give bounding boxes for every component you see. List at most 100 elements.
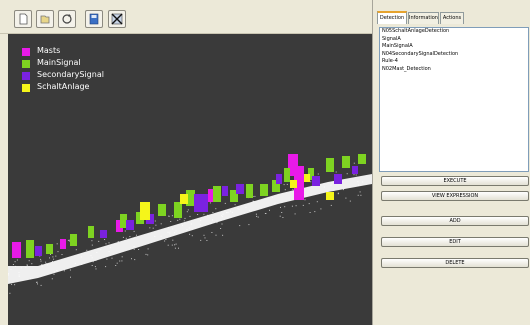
point-cloud-dot [238,208,240,210]
point-cloud-dot [160,223,162,225]
point-cloud-dot [164,240,166,242]
save-disk-button[interactable] [85,10,103,28]
point-cloud-dot [160,235,162,237]
point-cloud-dot [18,274,20,276]
point-cloud-dot [133,238,135,239]
point-cloud-dot [323,186,325,188]
point-cloud-dot [230,210,232,212]
tab-actions[interactable]: Actions [440,12,464,24]
point-cloud-dot [183,220,185,222]
point-cloud-dot [284,189,286,191]
point-cloud-dot [274,202,276,204]
point-cloud-dot [98,240,100,242]
point-cloud-dot [111,257,113,259]
point-cloud-dot [94,266,96,268]
view-expression-button[interactable]: VIEW EXPRESSION [381,191,529,201]
point-cloud-dot [116,262,118,264]
point-cloud-dot [255,213,257,215]
point-cloud-dot [14,284,16,286]
point-cloud-dot [257,216,259,218]
list-item[interactable]: N02Mast_Detection [380,66,528,74]
tab-detection[interactable]: Detection [377,11,407,24]
point-cloud-dot [37,283,38,285]
point-cloud-dot [31,263,33,265]
point-cloud-dot [320,208,322,210]
list-item[interactable]: Rule-4 [380,58,528,66]
point-cloud-dot [105,266,107,268]
point-cloud-dot [53,258,55,260]
point-cloud-dot [115,265,117,266]
execute-button[interactable]: EXECUTE [381,176,529,186]
point-cloud-dot [294,213,296,215]
point-cloud-dot [302,204,304,206]
point-cloud-dot [171,244,173,246]
point-cloud-dot [91,265,93,266]
point-cloud-dot [12,264,14,265]
point-cloud-dot [358,184,359,186]
point-cloud-dot [40,258,42,260]
point-cloud-dot [221,223,223,225]
point-cloud-dot [155,224,157,226]
legend-swatch [22,72,30,80]
refresh-button[interactable] [58,10,76,28]
point-cloud-dot [295,205,297,207]
point-cloud-dot [175,243,177,245]
point-cloud-dot [26,264,28,266]
point-cloud-dot [57,251,59,253]
point-cloud-dot [203,234,205,236]
point-cloud-dot [20,267,22,269]
point-cloud-dot [279,215,281,217]
point-cloud-dot [30,278,32,280]
point-cloud-dot [169,231,171,233]
clear-button[interactable] [108,10,126,28]
point-cloud-viewport[interactable]: Masts MainSignal SecondarySignal SchaltA… [8,34,372,325]
list-item[interactable]: N04SecondarySignalDetection [380,51,528,59]
point-cloud-dot [49,257,50,259]
list-item[interactable]: SignalA [380,36,528,44]
point-cloud-dot [234,204,236,206]
point-cloud-dot [189,233,191,235]
point-cloud-dot [200,220,202,222]
point-cloud-dot [222,213,224,215]
point-cloud-dot [121,256,123,258]
point-cloud-dot [80,256,82,258]
legend-label: SchaltAnlage [37,82,90,91]
point-cloud-dot [149,227,151,229]
open-button[interactable] [36,10,54,28]
point-cloud-dot [109,247,111,249]
edit-button[interactable]: EDIT [381,237,529,247]
point-cloud-dot [209,202,211,204]
point-cloud-dot [253,201,255,202]
point-cloud-dot [138,249,140,250]
point-cloud-dot [16,259,18,261]
point-cloud-dot [206,240,208,241]
point-cloud-dot [174,244,176,246]
point-cloud-dot [125,237,127,239]
rule-panel: Detection Information Actions N05SchaltA… [372,0,530,325]
point-cloud-dot [133,246,135,247]
point-cloud-dot [357,181,359,183]
point-cloud-dot [292,188,294,190]
point-cloud-dot [215,208,217,210]
point-cloud-dot [186,211,188,213]
point-cloud-dot [310,181,312,183]
point-cloud-dot [335,171,337,173]
tab-information[interactable]: Information [408,12,439,24]
point-cloud-dot [359,191,361,193]
point-cloud-dot [284,206,286,208]
point-cloud-dot [40,284,42,286]
point-cloud-dot [353,174,355,176]
point-cloud-dot [74,262,76,264]
point-cloud-dot [168,215,170,217]
new-document-button[interactable] [14,10,32,28]
point-cloud-dot [108,251,110,253]
add-button[interactable]: ADD [381,216,529,226]
point-cloud-dot [70,276,71,278]
point-cloud-dot [271,196,273,198]
point-cloud-dot [343,189,344,191]
delete-button[interactable]: DELETE [381,258,529,268]
rules-list[interactable]: N05SchaltAnlageDetection SignalA MainSig… [379,27,529,172]
list-item[interactable]: MainSignalA [380,43,528,51]
list-item[interactable]: N05SchaltAnlageDetection [380,28,528,36]
point-cloud-dot [41,265,43,267]
